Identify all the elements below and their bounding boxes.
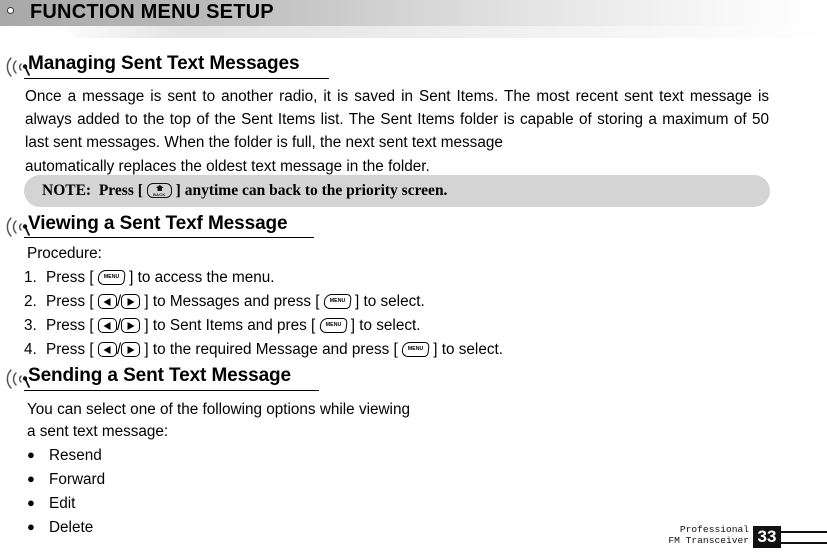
bullet-icon: ●: [27, 471, 35, 486]
bullet-icon: ●: [27, 495, 35, 510]
page-title: FUNCTION MENU SETUP: [30, 1, 274, 23]
option-item-edit: ● Edit: [27, 491, 75, 516]
back-key-icon: BACK: [146, 183, 172, 198]
procedure-step-4: 4. Press [ / ] to the required Message an…: [24, 338, 503, 362]
step-number: 3.: [24, 317, 37, 334]
option-label: Edit: [49, 495, 76, 512]
step-text-a: Press [: [46, 341, 94, 358]
right-triangle-glyph: [127, 297, 135, 306]
paragraph-managing: Once a message is sent to another radio,…: [25, 85, 769, 178]
step-text-a: Press [: [46, 317, 94, 334]
left-triangle-glyph: [103, 297, 111, 306]
footer-rule-bottom: [779, 542, 827, 544]
page-footer: Professional FM Transceiver 33: [0, 524, 827, 557]
right-arrow-key-icon: [121, 342, 141, 357]
menu-key-icon: MENU: [322, 294, 352, 309]
menu-key-label: MENU: [325, 322, 341, 328]
header-gradient-band-lower: [62, 26, 827, 38]
procedure-label: Procedure:: [27, 245, 102, 262]
note-before-key: Press [: [98, 182, 143, 199]
note-text: NOTE: Press [ BACK ] anytime can back to…: [42, 175, 447, 207]
step-text-b: ] to the required Message and press [: [144, 341, 398, 358]
procedure-step-1: 1. Press [ MENU ] to access the menu.: [24, 266, 275, 290]
option-label: Resend: [49, 447, 102, 464]
right-triangle-glyph: [127, 321, 135, 330]
footer-rule-top: [779, 531, 827, 533]
step-text-a: Press [: [46, 293, 94, 310]
section-rule-sending: [24, 390, 319, 391]
option-item-forward: ● Forward: [27, 467, 105, 492]
step-number: 1.: [24, 269, 37, 286]
left-triangle-glyph: [103, 321, 111, 330]
section-title-viewing: Viewing a Sent Texf Message: [28, 213, 288, 234]
footer-brand-line1: Professional: [679, 524, 749, 535]
note-after-key: ] anytime can back to the priority scree…: [175, 182, 448, 199]
right-arrow-key-icon: [121, 294, 141, 309]
note-label: NOTE:: [42, 182, 92, 199]
paragraph-managing-text: Once a message is sent to another radio,…: [25, 88, 769, 152]
section-rule-managing: [24, 78, 329, 79]
section-title-managing: Managing Sent Text Messages: [28, 53, 300, 74]
procedure-step-3: 3. Press [ / ] to Sent Items and pres [ M…: [24, 314, 420, 338]
menu-key-icon: MENU: [401, 342, 430, 357]
step-text-b: ] to Sent Items and pres [: [144, 317, 316, 334]
left-arrow-key-icon: [97, 294, 117, 309]
footer-brand-line2: FM Transceiver: [668, 535, 749, 546]
menu-key-icon: MENU: [318, 318, 348, 333]
page-number: 33: [753, 526, 781, 548]
step-text-d: ] to select.: [350, 317, 421, 334]
procedure-step-2: 2. Press [ / ] to Messages and press [ ME…: [24, 290, 425, 314]
back-key-label: BACK: [153, 192, 166, 197]
options-intro-line1: You can select one of the following opti…: [27, 401, 410, 418]
footer-brand: Professional FM Transceiver: [609, 524, 749, 546]
option-item-resend: ● Resend: [27, 443, 102, 468]
back-key-arrow-glyph: [155, 185, 164, 191]
menu-key-label: MENU: [329, 298, 346, 304]
note-callout: NOTE: Press [ BACK ] anytime can back to…: [24, 175, 770, 207]
step-text-d: ] to select.: [355, 293, 425, 310]
bullet-icon: ●: [27, 447, 35, 462]
section-title-sending: Sending a Sent Text Message: [28, 365, 292, 386]
section-rule-viewing: [24, 237, 314, 238]
left-triangle-glyph: [103, 345, 111, 354]
menu-key-label: MENU: [407, 346, 424, 352]
step-number: 2.: [24, 293, 37, 310]
right-triangle-glyph: [127, 345, 135, 354]
left-arrow-key-icon: [97, 318, 117, 333]
step-number: 4.: [24, 341, 37, 358]
step-text-b: ] to access the menu.: [129, 269, 275, 286]
menu-key-label: MENU: [103, 274, 120, 280]
menu-key-icon: MENU: [96, 270, 126, 285]
step-text-d: ] to select.: [433, 341, 503, 358]
page-header: FUNCTION MENU SETUP: [0, 0, 827, 42]
option-label: Forward: [49, 471, 106, 488]
step-text-b: ] to Messages and press [: [144, 293, 320, 310]
step-text-a: Press [: [46, 269, 94, 286]
left-arrow-key-icon: [97, 342, 117, 357]
circle-outline-icon: [7, 7, 14, 14]
options-intro-line2: a sent text message:: [27, 423, 169, 440]
right-arrow-key-icon: [121, 318, 141, 333]
